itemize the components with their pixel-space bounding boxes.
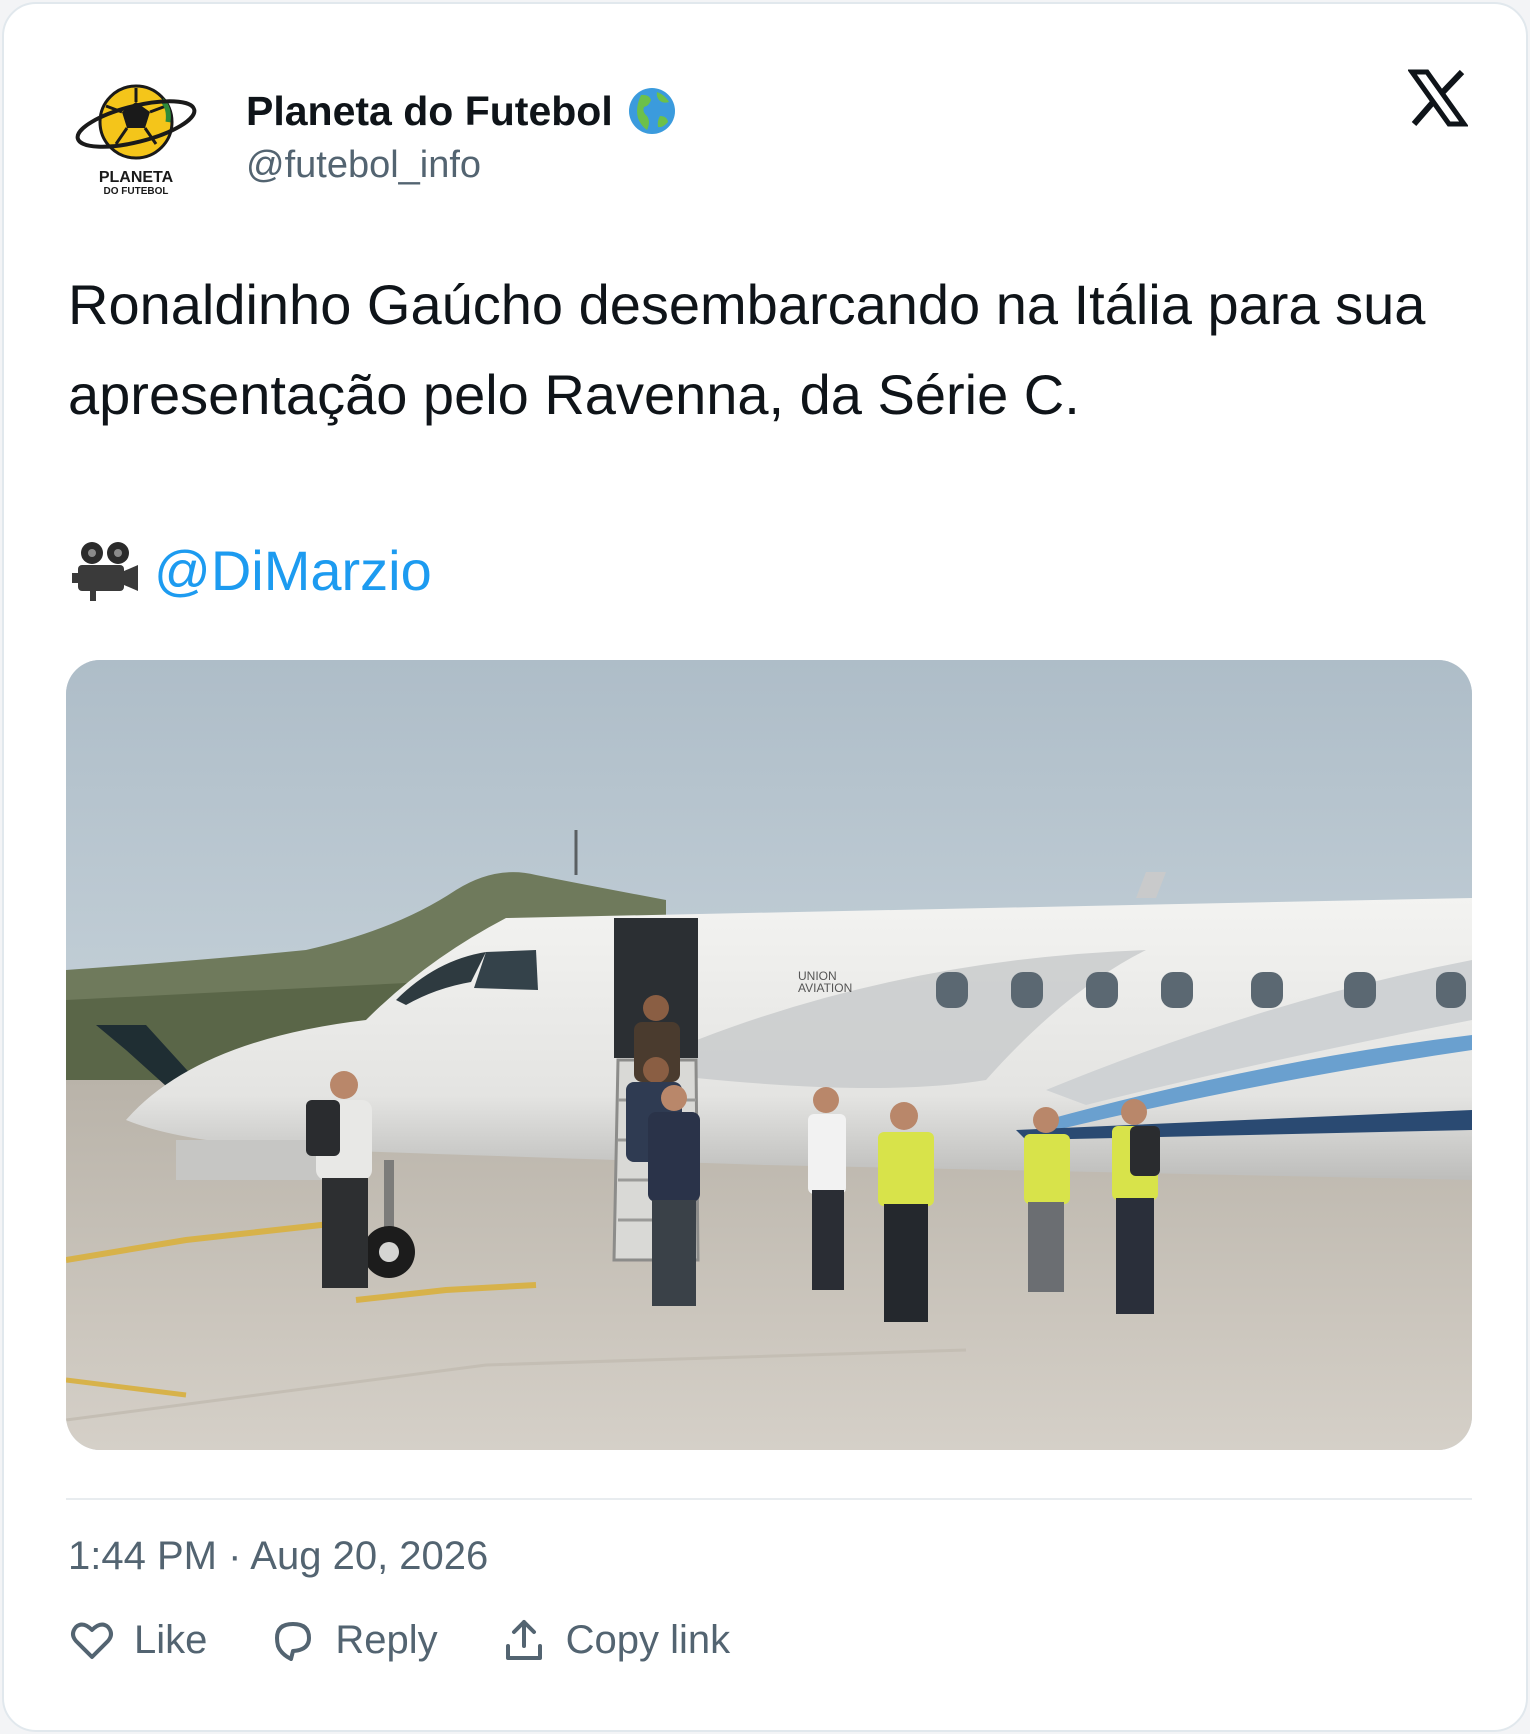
x-logo-icon[interactable] <box>1407 68 1469 128</box>
like-label: Like <box>134 1617 208 1662</box>
globe-americas-icon <box>628 88 675 134</box>
tweet-card: PLANETA DO FUTEBOL Planeta do Futebol @f… <box>2 2 1528 1732</box>
planeta-do-futebol-logo: PLANETA DO FUTEBOL <box>75 84 197 197</box>
movie-camera-icon <box>72 542 138 601</box>
copy-link-button[interactable]: Copy link <box>500 1616 731 1664</box>
author-handle[interactable]: @futebol_info <box>246 144 481 187</box>
avatar[interactable]: PLANETA DO FUTEBOL <box>70 70 202 202</box>
author-name-text[interactable]: Planeta do Futebol <box>246 88 613 135</box>
svg-text:AVIATION: AVIATION <box>798 981 852 995</box>
tweet-credit-line: @DiMarzio <box>68 526 432 616</box>
tweet-text: Ronaldinho Gaúcho desembarcando na Itáli… <box>68 273 1426 426</box>
svg-text:DO FUTEBOL: DO FUTEBOL <box>104 186 169 197</box>
media-thumbnail[interactable]: UNION AVIATION <box>66 660 1472 1450</box>
reply-button[interactable]: Reply <box>269 1616 438 1664</box>
reply-label: Reply <box>335 1617 438 1662</box>
divider <box>66 1498 1472 1500</box>
copy-link-label: Copy link <box>565 1617 731 1662</box>
heart-icon <box>71 1622 113 1659</box>
speech-bubble-icon <box>275 1622 312 1661</box>
mention-link[interactable]: @DiMarzio <box>154 526 432 616</box>
airport-jet-photo: UNION AVIATION <box>66 660 1472 1450</box>
timestamp[interactable]: 1:44 PM · Aug 20, 2026 <box>68 1534 488 1579</box>
upload-icon <box>505 1620 542 1660</box>
action-bar: Like Reply Copy link <box>68 1616 792 1664</box>
author-name[interactable]: Planeta do Futebol <box>246 86 677 136</box>
like-button[interactable]: Like <box>68 1616 207 1664</box>
svg-text:PLANETA: PLANETA <box>99 169 174 186</box>
